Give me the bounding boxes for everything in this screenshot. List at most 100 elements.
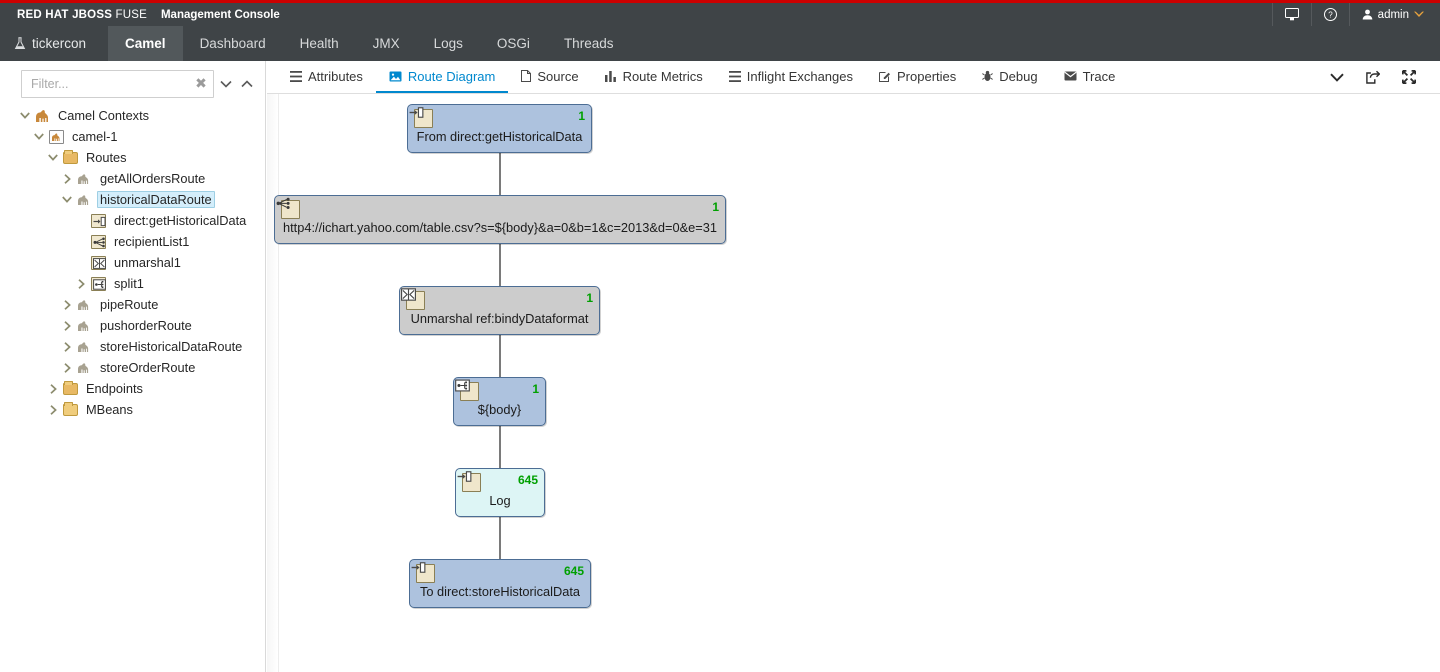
twisty-collapsed-icon[interactable] bbox=[74, 277, 88, 291]
nav-item-camel[interactable]: Camel bbox=[108, 26, 183, 61]
endpoint-icon bbox=[411, 562, 435, 583]
endpoint-icon bbox=[409, 107, 433, 128]
tree-item-direct-gethistoricaldata[interactable]: direct:getHistoricalData bbox=[0, 210, 265, 231]
diagram-node-unmarshal[interactable]: 1 Unmarshal ref:bindyDataformat bbox=[399, 286, 600, 335]
diagram-node-header: 1 bbox=[409, 107, 585, 128]
tree-item-getallordersroute[interactable]: getAllOrdersRoute bbox=[0, 168, 265, 189]
twisty-collapsed-icon[interactable] bbox=[60, 172, 74, 186]
brand-subtitle: Management Console bbox=[160, 8, 280, 21]
user-menu[interactable]: admin bbox=[1348, 3, 1440, 26]
nav-label-jmx: JMX bbox=[372, 36, 400, 51]
tab-attributes[interactable]: Attributes bbox=[277, 61, 376, 93]
twisty-expanded-icon[interactable] bbox=[18, 109, 32, 123]
twisty-expanded-icon[interactable] bbox=[46, 151, 60, 165]
fullscreen-icon[interactable] bbox=[1392, 61, 1426, 93]
nav-label-camel: Camel bbox=[125, 36, 166, 51]
tree-item-pushorderroute[interactable]: pushorderRoute bbox=[0, 315, 265, 336]
tab-source[interactable]: Source bbox=[508, 61, 591, 93]
tree-item-endpoints[interactable]: Endpoints bbox=[0, 378, 265, 399]
tree-item-camel-contexts[interactable]: Camel Contexts bbox=[0, 105, 265, 126]
tree-item-recipientlist1[interactable]: recipientList1 bbox=[0, 231, 265, 252]
twisty-collapsed-icon[interactable] bbox=[46, 403, 60, 417]
diagram-node-title: Unmarshal ref:bindyDataformat bbox=[410, 311, 589, 326]
tab-inflight-exchanges[interactable]: Inflight Exchanges bbox=[716, 61, 866, 93]
nav-item-jmx[interactable]: JMX bbox=[356, 26, 417, 61]
content-tabs: Attributes Route Diagram Source Route Me… bbox=[267, 61, 1440, 94]
filter-row: ✖ bbox=[0, 61, 265, 98]
split-icon bbox=[90, 276, 106, 291]
filter-clear-icon[interactable]: ✖ bbox=[193, 75, 209, 91]
route-icon bbox=[76, 297, 92, 312]
diagram-node-header: 1 bbox=[401, 288, 593, 310]
tree-item-label: Camel Contexts bbox=[58, 108, 150, 123]
envelope-icon bbox=[1063, 71, 1077, 81]
diagram-edge-line bbox=[499, 244, 501, 286]
filter-input[interactable] bbox=[21, 70, 214, 98]
nav-item-osgi[interactable]: OSGi bbox=[480, 26, 547, 61]
filter-next-icon[interactable] bbox=[218, 71, 235, 97]
tree-item-mbeans[interactable]: MBeans bbox=[0, 399, 265, 420]
nav-item-dashboard[interactable]: Dashboard bbox=[183, 26, 283, 61]
filter-prev-icon[interactable] bbox=[239, 71, 256, 97]
tree-item-label: storeHistoricalDataRoute bbox=[100, 339, 243, 354]
twisty-expanded-icon[interactable] bbox=[60, 193, 74, 207]
tree-item-label: recipientList1 bbox=[114, 234, 190, 249]
diagram-node-split[interactable]: 1 ${body} bbox=[453, 377, 546, 426]
unmarshal-icon bbox=[401, 288, 425, 310]
tab-properties[interactable]: Properties bbox=[866, 61, 969, 93]
diagram-edge-line bbox=[499, 335, 501, 377]
diagram-left-gutter bbox=[267, 94, 279, 672]
tab-trace[interactable]: Trace bbox=[1051, 61, 1129, 93]
diagram-node-to[interactable]: 645 To direct:storeHistoricalData bbox=[409, 559, 591, 608]
tree-item-split1[interactable]: split1 bbox=[0, 273, 265, 294]
split-icon bbox=[455, 379, 479, 401]
route-icon bbox=[76, 192, 92, 207]
tree-item-storeorderroute[interactable]: storeOrderRoute bbox=[0, 357, 265, 378]
diagram-node-recipientList[interactable]: 1 http4://ichart.yahoo.com/table.csv?s=${… bbox=[274, 195, 726, 244]
help-circle-icon[interactable]: ? bbox=[1310, 3, 1349, 26]
tree-item-camel-1[interactable]: camel-1 bbox=[0, 126, 265, 147]
diagram-node-count: 1 bbox=[578, 109, 585, 123]
diagram-node-title: Log bbox=[489, 493, 511, 508]
chevron-down-icon[interactable] bbox=[1320, 61, 1354, 93]
list-icon bbox=[728, 70, 741, 82]
twisty-collapsed-icon[interactable] bbox=[60, 340, 74, 354]
nav-item-health[interactable]: Health bbox=[283, 26, 356, 61]
tree-item-label: historicalDataRoute bbox=[97, 191, 215, 208]
monitor-icon[interactable] bbox=[1271, 3, 1311, 26]
tree-item-routes[interactable]: Routes bbox=[0, 147, 265, 168]
file-icon bbox=[521, 70, 532, 82]
content-tab-tools bbox=[1320, 61, 1440, 93]
tab-debug[interactable]: Debug bbox=[969, 61, 1050, 93]
diagram-node-from[interactable]: 1 From direct:getHistoricalData bbox=[407, 104, 592, 153]
tab-route-diagram[interactable]: Route Diagram bbox=[375, 61, 509, 93]
folder-open-icon bbox=[62, 380, 78, 396]
tree-item-label: unmarshal1 bbox=[114, 255, 181, 270]
twisty-expanded-icon[interactable] bbox=[32, 130, 46, 144]
share-export-icon[interactable] bbox=[1356, 61, 1390, 93]
tree-item-piperoute[interactable]: pipeRoute bbox=[0, 294, 265, 315]
diagram-node-title: http4://ichart.yahoo.com/table.csv?s=${b… bbox=[283, 220, 717, 235]
tab-label-inflight-exchanges: Inflight Exchanges bbox=[746, 68, 853, 84]
tree-item-historicaldataroute[interactable]: historicalDataRoute bbox=[0, 189, 265, 210]
tree-item-storehistoricaldataroute[interactable]: storeHistoricalDataRoute bbox=[0, 336, 265, 357]
diagram-node-log[interactable]: 645 Log bbox=[455, 468, 545, 517]
bug-icon bbox=[982, 70, 994, 81]
twisty-collapsed-icon[interactable] bbox=[60, 298, 74, 312]
caret-down-icon bbox=[1414, 11, 1424, 17]
twisty-collapsed-icon[interactable] bbox=[46, 382, 60, 396]
twisty-collapsed-icon[interactable] bbox=[60, 361, 74, 375]
route-icon bbox=[76, 339, 92, 354]
nav-item-threads[interactable]: Threads bbox=[547, 26, 631, 61]
header-actions: ? admin bbox=[1271, 3, 1440, 26]
nav-item-logs[interactable]: Logs bbox=[417, 26, 480, 61]
tab-route-metrics[interactable]: Route Metrics bbox=[592, 61, 716, 93]
diagram-node-count: 1 bbox=[712, 200, 719, 214]
diagram-edge-line bbox=[499, 426, 501, 468]
nav-item-tickercon[interactable]: tickercon bbox=[0, 26, 108, 61]
twisty-collapsed-icon[interactable] bbox=[60, 319, 74, 333]
tree-item-unmarshal1[interactable]: unmarshal1 bbox=[0, 252, 265, 273]
diagram-node-title: ${body} bbox=[477, 402, 522, 417]
recipient-list-icon bbox=[276, 197, 300, 219]
route-diagram-canvas[interactable]: 1 From direct:getHistoricalData 1 http4://i… bbox=[267, 94, 1440, 672]
